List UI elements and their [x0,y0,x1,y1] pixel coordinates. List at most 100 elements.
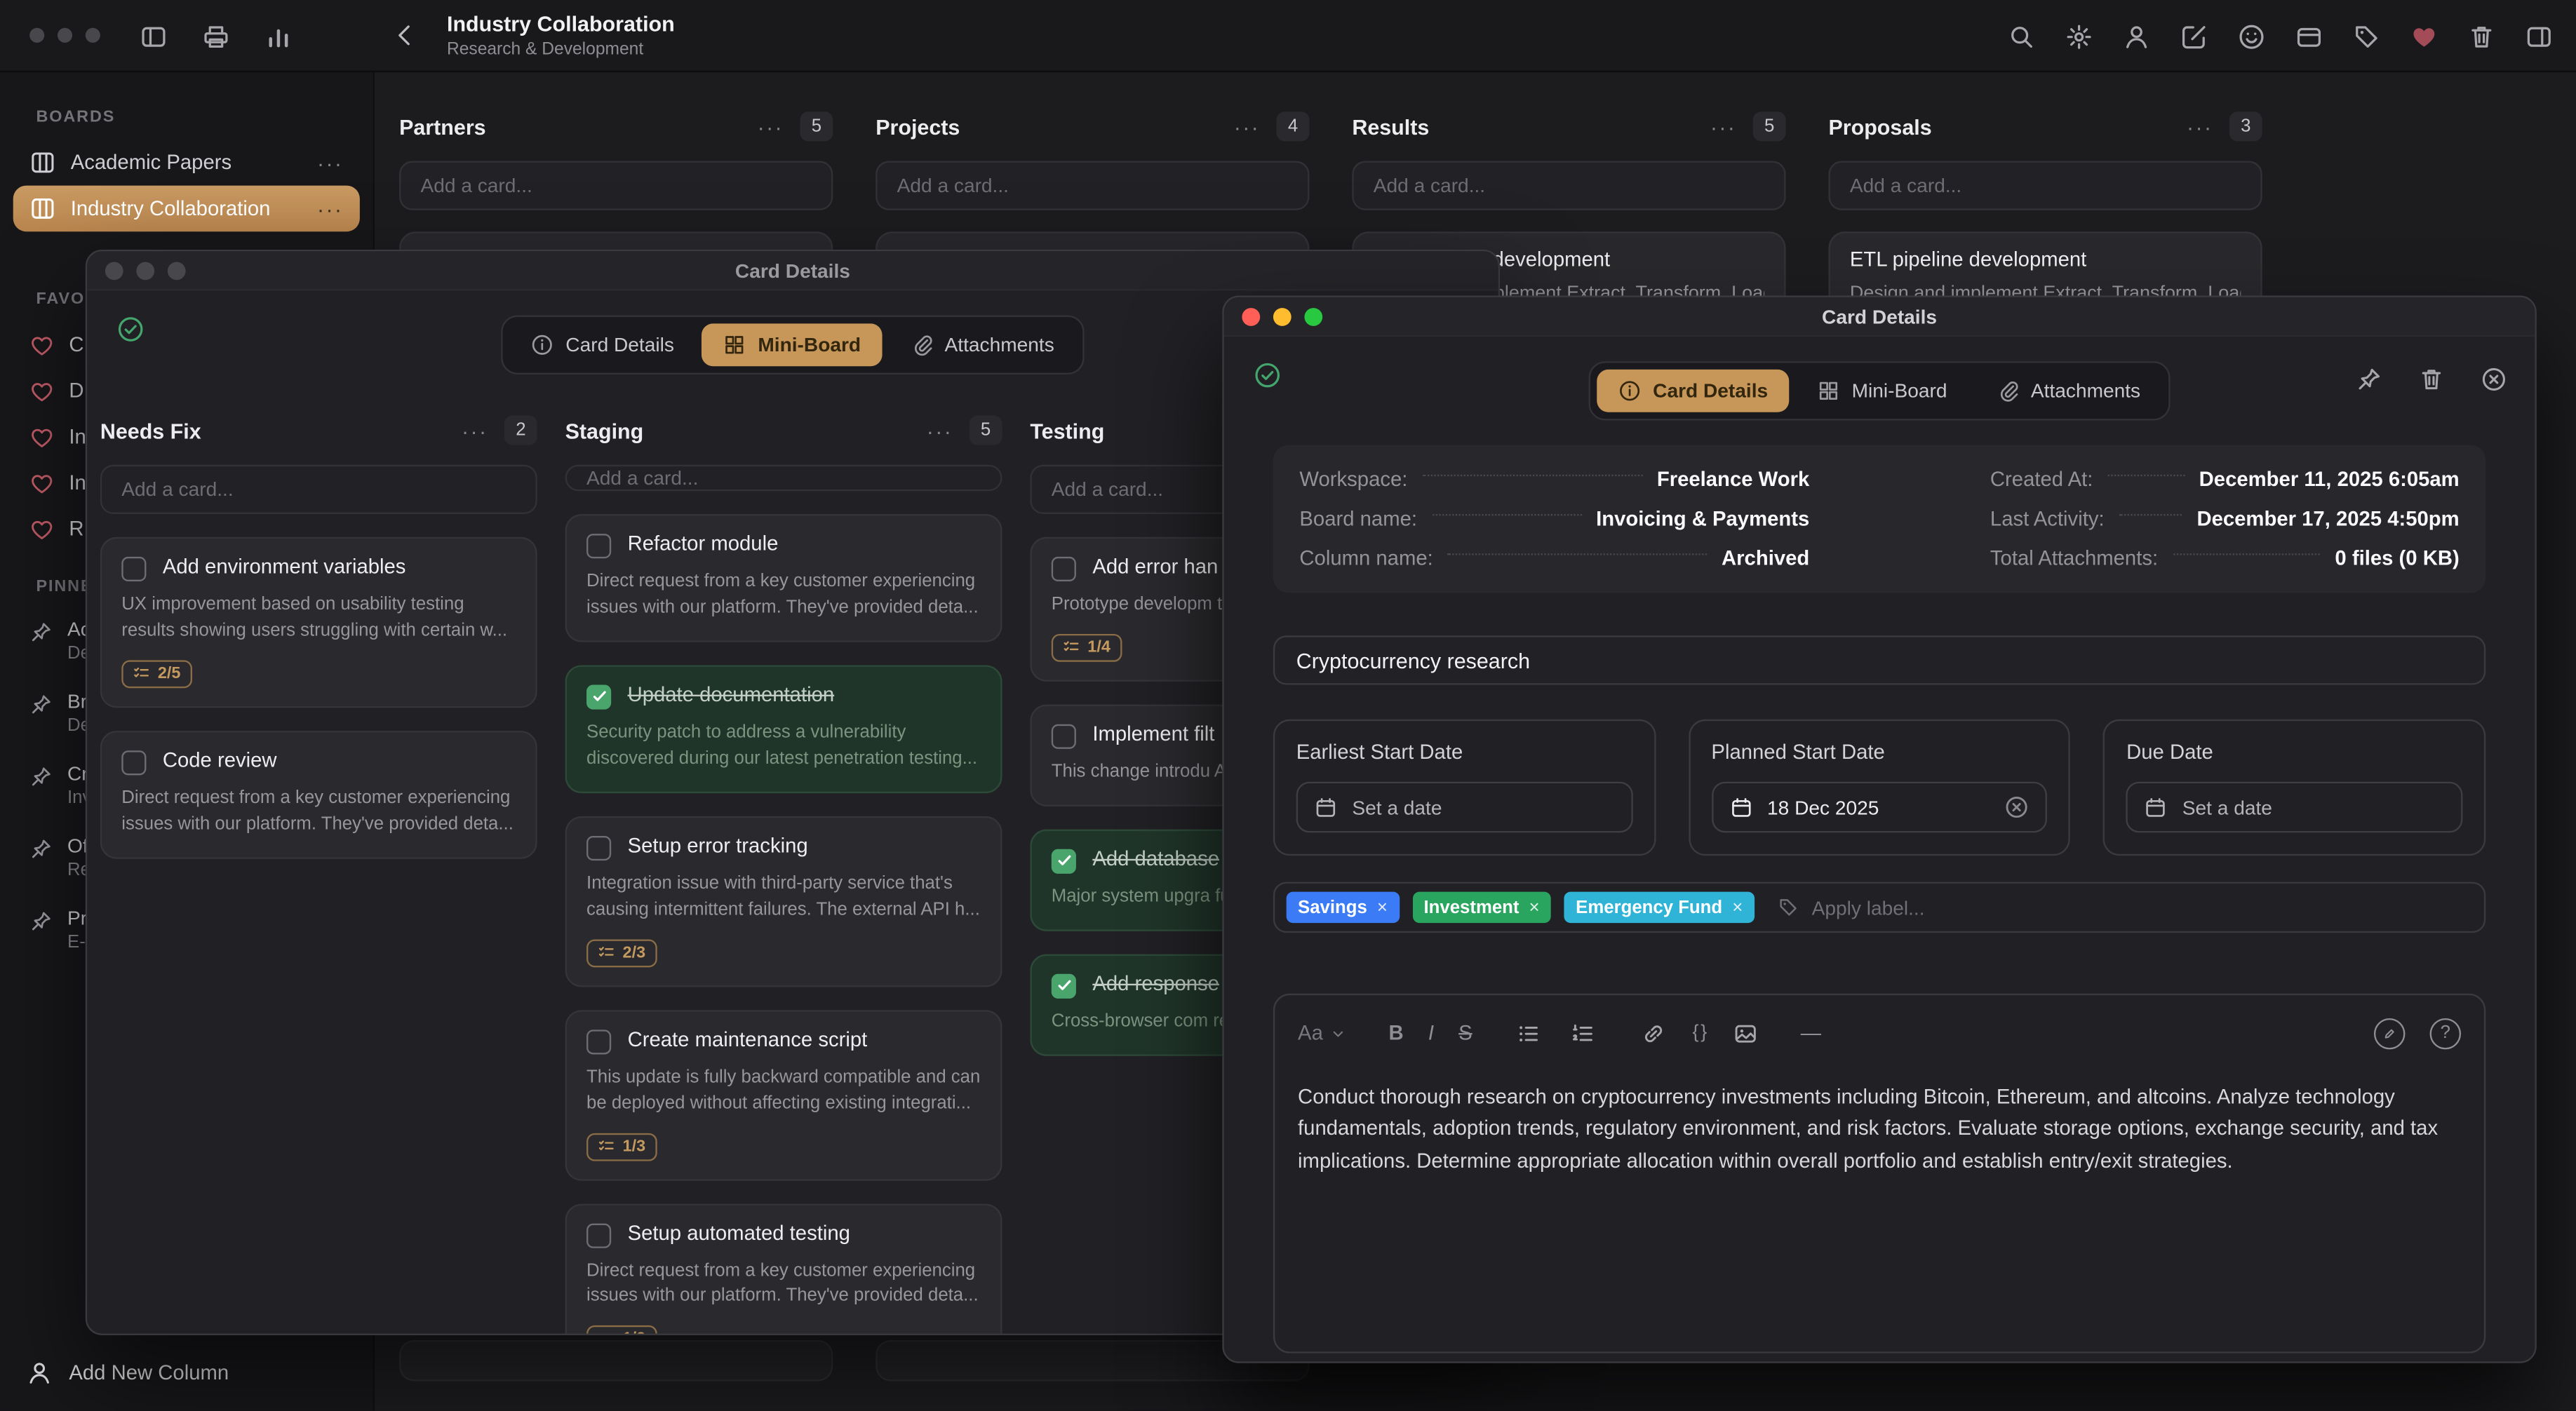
label-chip-savings[interactable]: Savings× [1287,892,1400,923]
remove-label-icon[interactable]: × [1732,898,1743,917]
card-checkbox[interactable] [586,534,611,558]
zoom-window-dot[interactable] [168,261,186,279]
card-checkbox-checked[interactable] [586,684,611,709]
ellipsis-icon[interactable]: ··· [317,196,343,221]
close-window-dot[interactable] [29,28,44,43]
close-dialog-button[interactable] [2479,365,2509,394]
bold-button[interactable]: B [1389,1022,1404,1045]
tab-attachments[interactable]: Attachments [889,323,1075,366]
labels-button[interactable] [2351,21,2380,50]
add-card-input[interactable] [565,465,1002,491]
toggle-sidebar-button[interactable] [138,21,168,50]
tab-card-details[interactable]: Card Details [1597,370,1790,412]
toggle-right-panel-button[interactable] [2523,21,2553,50]
window-controls [1242,307,1322,325]
apply-label-input[interactable]: Apply label... [1777,896,1924,919]
analytics-button[interactable] [263,21,293,50]
card-checkbox[interactable] [1052,557,1076,581]
text-style-dropdown[interactable]: Aa [1298,1022,1348,1045]
reactions-button[interactable] [2236,21,2265,50]
search-button[interactable] [2006,21,2035,50]
settings-button[interactable] [2063,21,2093,50]
trash-button[interactable] [2466,21,2495,50]
complete-checkbox[interactable] [1254,361,1282,389]
card-checkbox[interactable] [586,835,611,860]
add-card-input[interactable] [1828,161,2262,210]
column-menu-button[interactable]: ··· [927,418,953,443]
close-window-dot[interactable] [1242,307,1260,325]
mini-card[interactable]: Create maintenance script This update is… [565,1009,1002,1180]
column-menu-button[interactable]: ··· [1710,114,1736,139]
profile-button[interactable] [2121,21,2150,50]
complete-checkbox[interactable] [116,316,145,344]
help-button[interactable]: ? [2430,1018,2461,1048]
description-text[interactable]: Conduct thorough research on cryptocurre… [1298,1082,2461,1177]
zoom-window-dot[interactable] [86,28,100,43]
add-card-input[interactable] [1352,161,1785,210]
mini-card[interactable]: Add environment variables UX improvement… [100,537,537,708]
mini-card[interactable]: Refactor module Direct request from a ke… [565,514,1002,642]
code-button[interactable]: { } [1692,1023,1705,1043]
remove-label-icon[interactable]: × [1377,898,1388,917]
card-checkbox[interactable] [121,750,146,775]
label-chip-emergency-fund[interactable]: Emergency Fund× [1564,892,1755,923]
add-card-input[interactable] [100,465,537,514]
delete-card-button[interactable] [2417,365,2446,394]
mini-card[interactable]: Code review Direct request from a key cu… [100,731,537,858]
back-button[interactable] [391,21,419,49]
card-view-button[interactable] [2293,21,2323,50]
mini-card-completed[interactable]: Update documentation Security patch to a… [565,665,1002,792]
clear-date-button[interactable] [2005,795,2030,819]
tab-card-details[interactable]: Card Details [510,323,696,366]
ellipsis-icon[interactable]: ··· [317,150,343,175]
card-checkbox[interactable] [1052,724,1076,749]
add-new-column-button[interactable]: Add New Column [26,1360,229,1386]
chevron-down-icon [1329,1024,1348,1042]
add-card-input[interactable] [876,161,1309,210]
set-date-button[interactable]: Set a date [1296,782,1632,833]
pinned-item-subtitle: E- [67,933,87,952]
close-window-dot[interactable] [105,261,123,279]
tab-mini-board[interactable]: Mini-Board [1796,370,1968,412]
card-checkbox-checked[interactable] [1052,973,1076,998]
labels-field: Savings× Investment× Emergency Fund× App… [1273,882,2486,933]
minimize-window-dot[interactable] [58,28,72,43]
minimize-window-dot[interactable] [136,261,154,279]
add-card-input[interactable] [399,161,833,210]
pen-circle-button[interactable] [2374,1018,2405,1048]
set-date-button[interactable]: Set a date [2126,782,2462,833]
tab-attachments[interactable]: Attachments [1975,370,2161,412]
link-button[interactable] [1638,1018,1668,1048]
card-checkbox[interactable] [121,557,146,581]
board-card[interactable] [399,1340,833,1382]
print-button[interactable] [201,21,230,50]
mini-card[interactable]: Setup automated testing Direct request f… [565,1203,1002,1333]
checklist-progress-badge: 1/3 [586,1326,657,1334]
horizontal-rule-button[interactable]: — [1801,1022,1821,1045]
minimize-window-dot[interactable] [1273,307,1292,325]
pin-card-button[interactable] [2354,365,2384,394]
column-menu-button[interactable]: ··· [462,418,488,443]
set-date-button[interactable]: 18 Dec 2025 [1711,782,2047,833]
card-checkbox[interactable] [586,1222,611,1247]
numbered-list-button[interactable] [1567,1018,1597,1048]
card-checkbox-checked[interactable] [1052,849,1076,873]
italic-button[interactable]: I [1428,1022,1434,1045]
card-title-input[interactable] [1273,635,2486,684]
compose-button[interactable] [2178,21,2208,50]
image-button[interactable] [1730,1018,1759,1048]
strikethrough-button[interactable]: S [1458,1022,1473,1045]
bullet-list-button[interactable] [1513,1018,1543,1048]
remove-label-icon[interactable]: × [1529,898,1540,917]
column-menu-button[interactable]: ··· [1234,114,1260,139]
tab-mini-board[interactable]: Mini-Board [702,323,883,366]
mini-card[interactable]: Setup error tracking Integration issue w… [565,816,1002,986]
label-chip-investment[interactable]: Investment× [1412,892,1551,923]
sidebar-item-industry-collaboration[interactable]: Industry Collaboration ··· [13,186,360,232]
column-menu-button[interactable]: ··· [2187,114,2213,139]
card-checkbox[interactable] [586,1029,611,1053]
sidebar-item-academic-papers[interactable]: Academic Papers ··· [13,140,360,186]
zoom-window-dot[interactable] [1304,307,1322,325]
favorites-button[interactable] [2408,21,2438,50]
column-menu-button[interactable]: ··· [758,114,784,139]
